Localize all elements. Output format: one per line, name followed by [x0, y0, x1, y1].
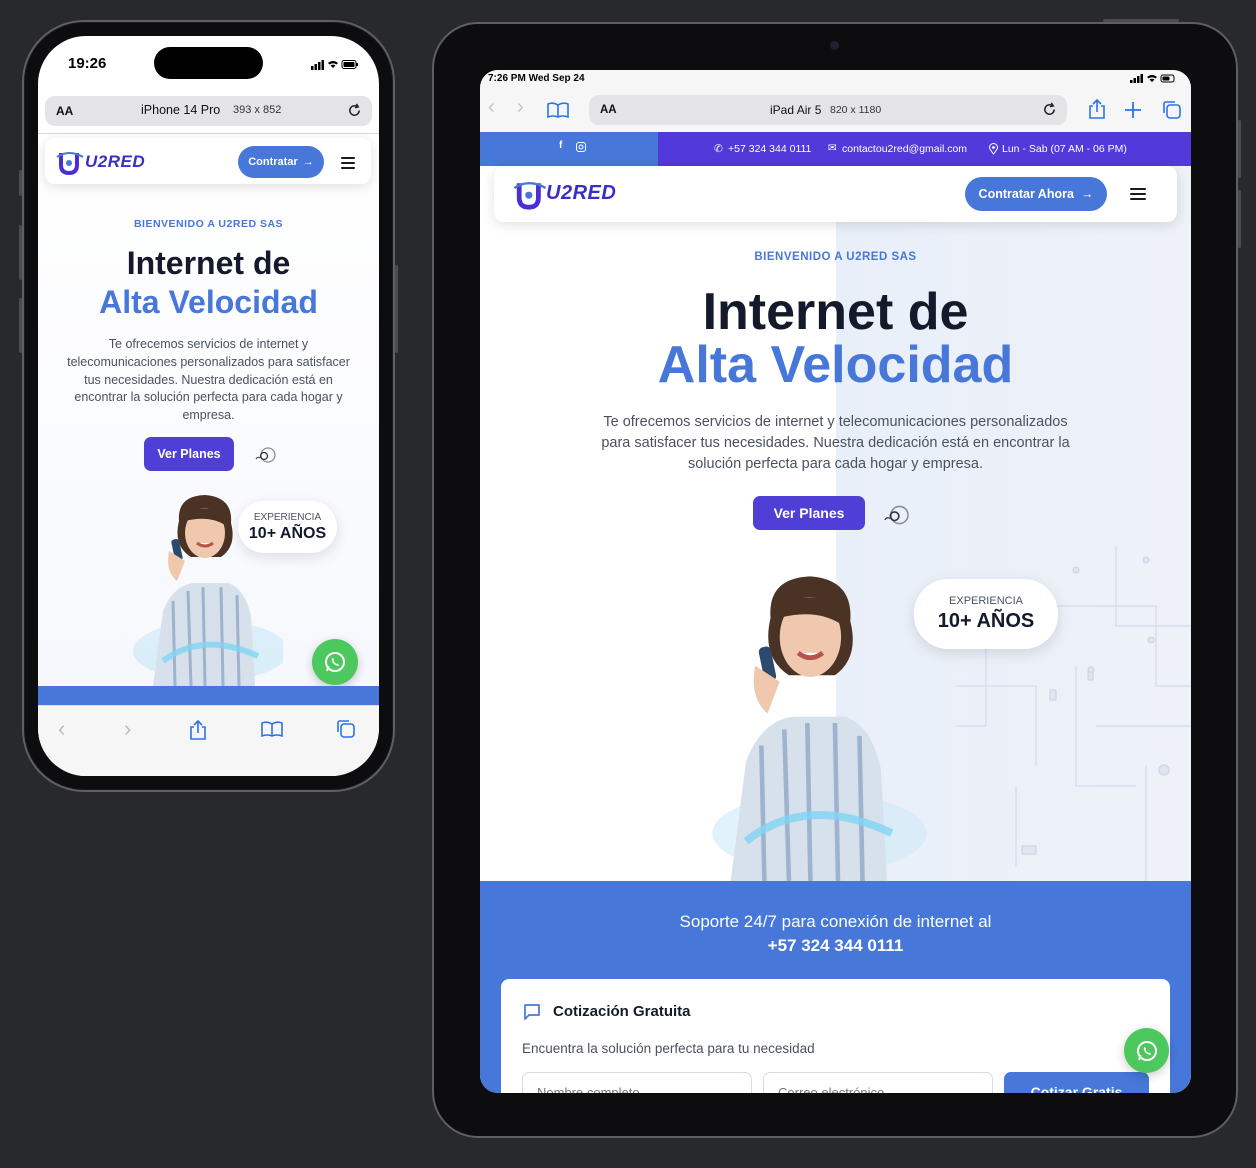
tablet-ver-planes-button[interactable]: Ver Planes — [753, 496, 865, 530]
tablet-screen: 7:26 PM Wed Sep 24 ‹ › AA iPad Air 5 820… — [480, 70, 1191, 1093]
topbar-contact: ✆ +57 324 344 0111 ✉ contactou2red@gmail… — [658, 132, 1191, 166]
tablet-volume-down — [1238, 190, 1241, 248]
phone-power-button — [395, 265, 398, 353]
share-icon[interactable] — [189, 720, 207, 740]
contratar-ahora-label: Contratar Ahora — [978, 187, 1074, 201]
quote-subtitle: Encuentra la solución perfecta para tu n… — [522, 1041, 815, 1056]
phone-menu-icon[interactable] — [341, 154, 355, 172]
email-input[interactable] — [763, 1072, 993, 1093]
phone-status-time: 19:26 — [68, 55, 107, 72]
badge-value: 10+ AÑOS — [248, 524, 327, 542]
support-line1: Soporte 24/7 para conexión de internet a… — [679, 912, 992, 931]
facebook-icon[interactable]: f — [559, 140, 562, 151]
tablet-volume-up — [1238, 120, 1241, 178]
quote-card: Cotización Gratuita Encuentra la solució… — [501, 979, 1170, 1093]
reload-icon[interactable] — [347, 103, 362, 118]
tablet-back-icon[interactable]: ‹ — [488, 96, 495, 119]
bookmarks-icon[interactable] — [261, 721, 283, 737]
tablet-camera — [830, 41, 839, 50]
tablet-new-tab-icon[interactable] — [1124, 101, 1142, 119]
phone-url-dims: 393 x 852 — [233, 104, 282, 116]
tablet-url-text: iPad Air 5 — [770, 103, 822, 117]
tablet-reader-aa-button[interactable]: AA — [600, 104, 617, 116]
phone-blue-strip — [38, 686, 379, 705]
tablet-u2red-logo-icon — [513, 182, 547, 210]
phone-contratar-button[interactable]: Contratar → — [238, 146, 324, 178]
tablet-menu-icon[interactable] — [1130, 185, 1146, 203]
topbar-hours: Lun - Sab (07 AM - 06 PM) — [1002, 143, 1127, 155]
logo-wordmark: U2RED — [85, 152, 146, 171]
tablet-experience-badge: EXPERIENCIA 10+ AÑOS — [914, 579, 1058, 649]
phone-mute-switch — [19, 170, 22, 196]
dynamic-island — [154, 47, 263, 79]
tablet-badge-label: EXPERIENCIA — [949, 595, 1023, 607]
cotizar-gratis-button[interactable]: Cotizar Gratis — [1004, 1072, 1149, 1093]
name-input[interactable] — [522, 1072, 752, 1093]
tablet-status-time: 7:26 PM Wed Sep 24 — [488, 73, 585, 84]
instagram-icon[interactable] — [576, 142, 586, 152]
phone-description: Te ofrecemos servicios de internet y tel… — [67, 337, 350, 422]
tablet-arrow-right-icon: → — [1080, 187, 1094, 201]
tablet-top-button — [1103, 19, 1179, 22]
tablet-navbar: U2RED Contratar Ahora → — [494, 166, 1177, 222]
location-pin-icon — [989, 143, 998, 155]
phone-navbar: U2RED Contratar → — [45, 138, 371, 184]
tablet-tabs-icon[interactable] — [1162, 100, 1182, 120]
topbar-social: f — [480, 132, 658, 166]
quote-title: Cotización Gratuita — [553, 1003, 691, 1020]
phone-volume-down — [19, 298, 22, 353]
tablet-title-line2: Alta Velocidad — [657, 336, 1014, 394]
topbar-phone-icon: ✆ — [714, 143, 723, 155]
tablet-hero-woman-image — [700, 570, 930, 882]
whatsapp-icon — [325, 652, 345, 672]
tablet-forward-icon[interactable]: › — [517, 96, 524, 119]
tablet-url-bar[interactable]: AA iPad Air 5 820 x 1180 — [589, 95, 1067, 125]
tablet-whatsapp-button[interactable] — [1124, 1028, 1169, 1073]
reader-aa-button[interactable]: AA — [56, 104, 73, 118]
phone-screen: 19:26 AA iPhone 14 Pro 393 x 852 U2RED C… — [38, 36, 379, 776]
phone-status-icons — [311, 58, 359, 76]
tablet-badge-value: 10+ AÑOS — [937, 610, 1035, 632]
chat-bubble-icon — [524, 1004, 540, 1020]
play-video-icon[interactable] — [254, 446, 278, 464]
phone-volume-up — [19, 225, 22, 280]
tabs-icon[interactable] — [336, 719, 356, 739]
back-icon[interactable]: ‹ — [58, 716, 65, 742]
phone-logo[interactable]: U2RED — [55, 147, 145, 182]
tablet-eyebrow: BIENVENIDO A U2RED SAS — [754, 251, 917, 263]
tablet-bookmarks-icon[interactable] — [547, 102, 569, 118]
phone-title-line2: Alta Velocidad — [99, 284, 318, 320]
signal-wifi-battery-icon — [311, 60, 358, 70]
badge-label: EXPERIENCIA — [253, 511, 322, 523]
tablet-title-line1: Internet de — [702, 283, 969, 341]
phone-eyebrow: BIENVENIDO A U2RED SAS — [133, 218, 284, 230]
tablet-logo-wordmark: U2RED — [546, 182, 617, 204]
tablet-description: Te ofrecemos servicios de internet y tel… — [601, 414, 1070, 473]
tablet-url-dims: 820 x 1180 — [830, 104, 882, 116]
tablet-whatsapp-icon — [1136, 1040, 1157, 1061]
phone-bottom-toolbar: ‹ › — [38, 705, 379, 776]
phone-experience-badge: EXPERIENCIA 10+ AÑOS — [238, 501, 337, 553]
tablet-logo[interactable]: U2RED — [512, 176, 616, 217]
tablet-status-icons — [1130, 74, 1175, 83]
tablet-contratar-ahora-button[interactable]: Contratar Ahora → — [965, 177, 1107, 211]
phone-url-text: iPhone 14 Pro — [141, 103, 221, 117]
forward-icon[interactable]: › — [124, 716, 131, 742]
phone-ver-planes-button[interactable]: Ver Planes — [144, 437, 234, 471]
topbar-email-icon: ✉ — [828, 142, 837, 154]
phone-title-line1: Internet de — [126, 245, 291, 281]
topbar-email[interactable]: contactou2red@gmail.com — [842, 143, 967, 155]
phone-url-bar[interactable]: AA iPhone 14 Pro 393 x 852 — [45, 96, 372, 126]
tablet-play-video-icon[interactable] — [880, 504, 914, 526]
topbar-phone[interactable]: +57 324 344 0111 — [728, 143, 811, 155]
arrow-right-icon: → — [302, 156, 314, 168]
phone-whatsapp-button[interactable] — [312, 639, 358, 685]
u2red-logo-icon — [56, 152, 84, 176]
tablet-share-icon[interactable] — [1088, 99, 1106, 119]
tablet-reload-icon[interactable] — [1042, 102, 1057, 117]
contratar-label: Contratar — [248, 156, 298, 168]
support-phone[interactable]: +57 324 344 0111 — [480, 936, 1191, 956]
